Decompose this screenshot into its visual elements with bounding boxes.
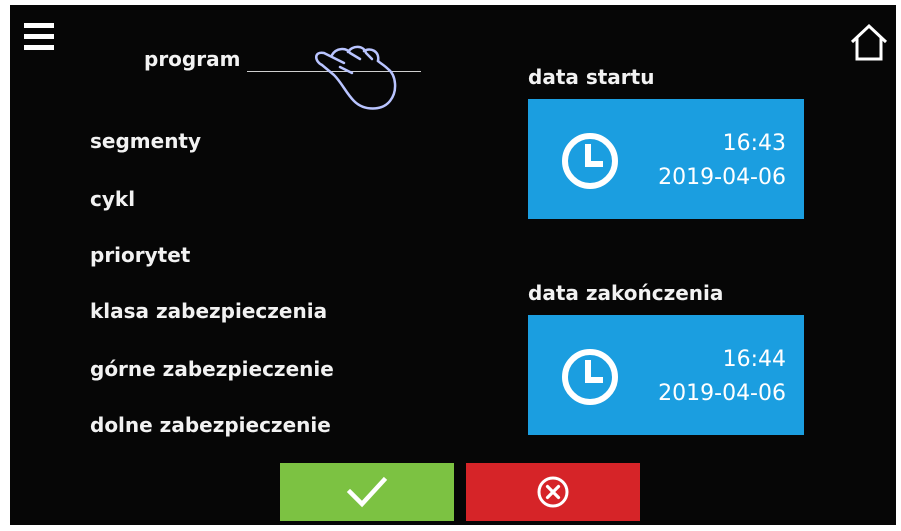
end-date: 2019-04-06: [658, 381, 786, 406]
field-gorne-zabezpieczenie[interactable]: górne zabezpieczenie: [90, 357, 334, 381]
clock-icon: [562, 133, 618, 189]
program-label: program: [144, 47, 241, 71]
hand-pointer-icon: [315, 45, 397, 110]
hamburger-menu-icon[interactable]: [24, 23, 54, 51]
start-date: 2019-04-06: [658, 165, 786, 190]
field-cykl[interactable]: cykl: [90, 187, 135, 211]
clock-icon: [562, 349, 618, 405]
home-icon[interactable]: [848, 21, 890, 63]
circle-x-icon: [537, 476, 569, 508]
end-time: 16:44: [722, 347, 786, 372]
confirm-button[interactable]: [280, 463, 454, 521]
field-priorytet[interactable]: priorytet: [90, 243, 190, 267]
start-date-caption: data startu: [528, 65, 655, 89]
start-time: 16:43: [722, 131, 786, 156]
screen: program segmenty cykl priorytet klasa za…: [10, 5, 896, 525]
start-date-button[interactable]: 16:43 2019-04-06: [528, 99, 804, 219]
field-dolne-zabezpieczenie[interactable]: dolne zabezpieczenie: [90, 413, 331, 437]
checkmark-icon: [346, 476, 388, 508]
cancel-button[interactable]: [466, 463, 640, 521]
end-date-button[interactable]: 16:44 2019-04-06: [528, 315, 804, 435]
field-klasa-zabezpieczenia[interactable]: klasa zabezpieczenia: [90, 299, 327, 323]
end-date-caption: data zakończenia: [528, 281, 724, 305]
field-segmenty[interactable]: segmenty: [90, 129, 201, 153]
